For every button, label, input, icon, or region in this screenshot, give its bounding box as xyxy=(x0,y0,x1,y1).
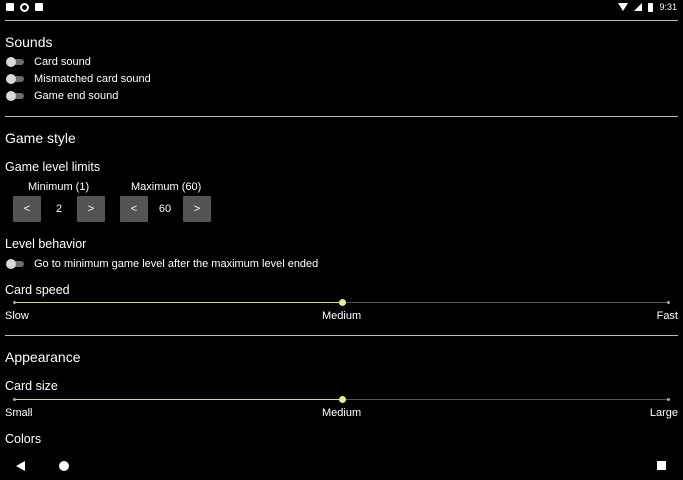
status-system: 9:31 xyxy=(618,2,677,12)
recent-apps-icon[interactable] xyxy=(657,461,666,470)
minimum-decrement-button[interactable]: < xyxy=(13,196,41,222)
game-end-sound-toggle-row[interactable]: Game end sound xyxy=(6,90,118,102)
card-size-min-label: Small xyxy=(5,407,33,419)
game-end-sound-switch[interactable] xyxy=(6,91,25,101)
slider-end-dot xyxy=(667,301,670,304)
slider-thumb[interactable] xyxy=(338,299,346,306)
minimum-increment-button[interactable]: > xyxy=(77,196,105,222)
clock: 9:31 xyxy=(659,2,677,12)
slider-thumb[interactable] xyxy=(338,396,346,403)
navigation-bar xyxy=(0,455,683,480)
divider xyxy=(5,335,678,336)
mismatched-sound-switch[interactable] xyxy=(6,74,25,84)
home-icon[interactable] xyxy=(59,461,69,471)
card-size-max-label: Large xyxy=(649,407,678,419)
card-size-title: Card size xyxy=(5,379,58,393)
wifi-icon xyxy=(618,3,629,11)
maximum-decrement-button[interactable]: < xyxy=(120,196,148,222)
colors-title: Colors xyxy=(5,432,42,446)
card-size-slider[interactable] xyxy=(13,396,670,404)
card-sound-switch[interactable] xyxy=(6,57,25,67)
sd-card-icon xyxy=(35,3,43,11)
level-behavior-title: Level behavior xyxy=(5,237,87,251)
battery-icon xyxy=(648,2,654,12)
card-speed-min-label: Slow xyxy=(5,310,29,322)
level-behavior-label: Go to minimum game level after the maxim… xyxy=(34,258,319,270)
card-speed-max-label: Fast xyxy=(656,310,678,322)
mismatched-sound-label: Mismatched card sound xyxy=(34,73,151,85)
back-icon[interactable] xyxy=(16,461,25,471)
card-speed-mid-label: Medium xyxy=(322,310,362,322)
slider-start-dot xyxy=(13,398,16,401)
maximum-increment-button[interactable]: > xyxy=(183,196,211,222)
card-size-mid-label: Medium xyxy=(322,407,362,419)
slider-fill xyxy=(14,302,342,303)
divider xyxy=(5,116,678,117)
status-bar: 9:31 xyxy=(0,0,683,14)
notification-icon xyxy=(6,3,14,11)
game-style-section-title: Game style xyxy=(5,130,76,146)
signal-icon xyxy=(634,3,643,11)
level-behavior-toggle-row[interactable]: Go to minimum game level after the maxim… xyxy=(6,258,318,270)
game-end-sound-label: Game end sound xyxy=(34,90,119,102)
maximum-label: Maximum (60) xyxy=(131,181,202,193)
slider-fill xyxy=(14,399,342,400)
minimum-value: 2 xyxy=(55,203,63,215)
mismatched-sound-toggle-row[interactable]: Mismatched card sound xyxy=(6,73,151,85)
card-sound-toggle-row[interactable]: Card sound xyxy=(6,56,91,68)
divider xyxy=(5,20,678,21)
maximum-value: 60 xyxy=(158,203,172,215)
status-notifications xyxy=(6,2,43,12)
sounds-section-title: Sounds xyxy=(5,34,53,50)
minimum-label: Minimum (1) xyxy=(28,181,90,193)
card-sound-label: Card sound xyxy=(34,56,91,68)
sync-icon xyxy=(20,2,29,12)
card-speed-title: Card speed xyxy=(5,283,70,297)
slider-end-dot xyxy=(667,398,670,401)
level-behavior-switch[interactable] xyxy=(6,259,25,269)
slider-start-dot xyxy=(13,301,16,304)
card-speed-slider[interactable] xyxy=(13,299,670,307)
level-limits-title: Game level limits xyxy=(5,160,101,174)
appearance-section-title: Appearance xyxy=(5,349,81,365)
